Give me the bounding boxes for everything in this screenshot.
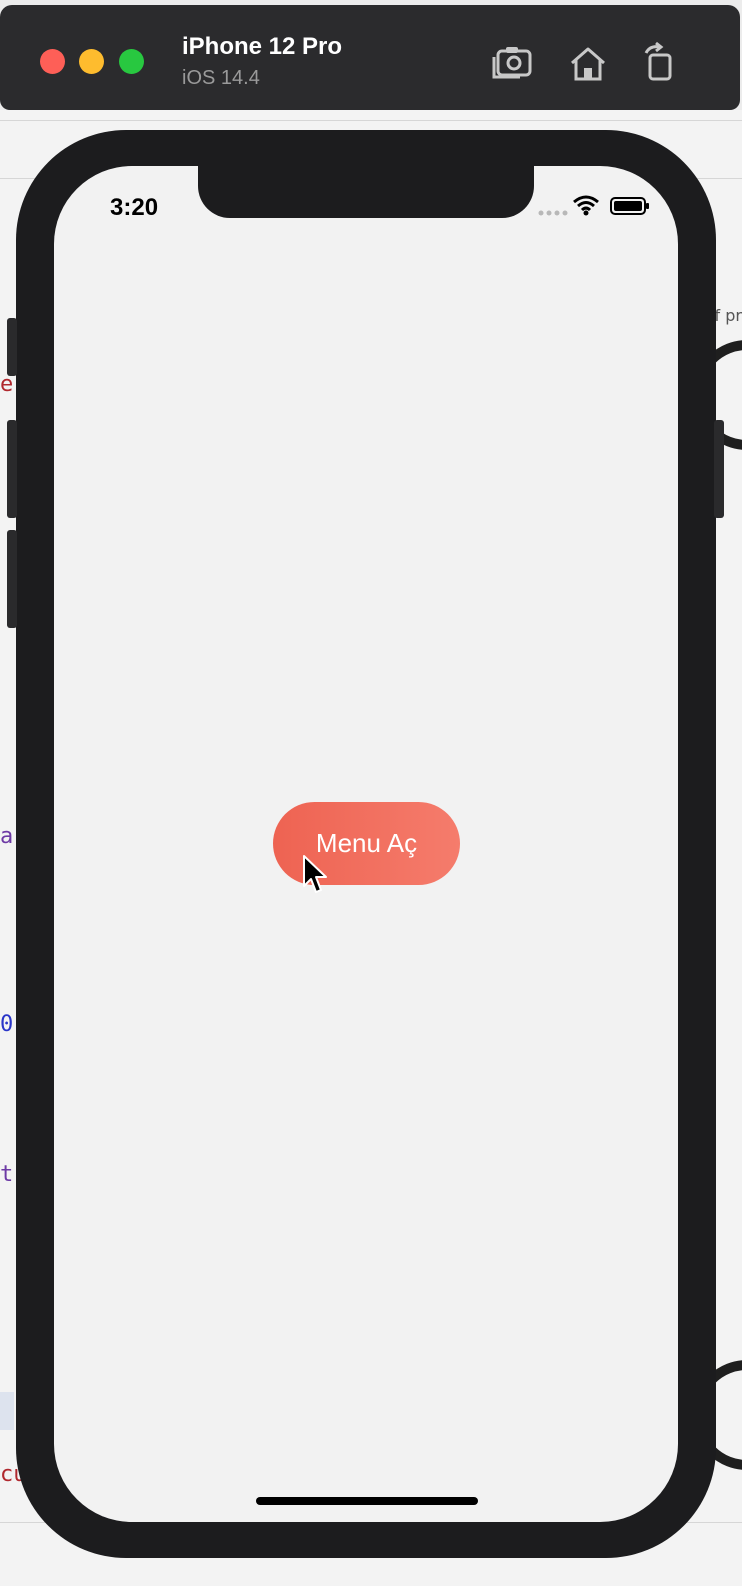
volume-down-button xyxy=(7,530,17,628)
status-time: 3:20 xyxy=(110,194,159,221)
minimize-window-button[interactable] xyxy=(79,49,104,74)
editor-fragment: t xyxy=(0,1162,14,1187)
close-window-button[interactable] xyxy=(40,49,65,74)
wifi-icon xyxy=(573,195,599,216)
notch xyxy=(198,166,534,218)
battery-icon xyxy=(610,197,649,215)
simulator-desktop: f pr er a 0 t cu iPhone 12 Pro iOS 14.4 xyxy=(0,0,742,1586)
signal-dots-icon xyxy=(538,210,568,216)
power-button xyxy=(714,420,724,518)
volume-up-button xyxy=(7,420,17,518)
home-icon[interactable] xyxy=(566,41,610,85)
editor-divider xyxy=(0,120,742,121)
screenshot-icon[interactable] xyxy=(490,41,534,85)
os-version: iOS 14.4 xyxy=(182,67,260,89)
home-indicator[interactable] xyxy=(256,1497,478,1505)
phone-screen: 3:20 Menu Aç xyxy=(54,166,678,1522)
editor-line-highlight xyxy=(0,1392,14,1430)
editor-fragment-right: f pr xyxy=(714,306,742,325)
rotate-icon[interactable] xyxy=(638,41,682,85)
editor-fragment: 0 xyxy=(0,1012,14,1037)
mouse-cursor-icon xyxy=(303,855,327,893)
editor-fragment: a xyxy=(0,824,14,849)
mute-switch xyxy=(7,318,17,376)
device-name: iPhone 12 Pro xyxy=(182,33,343,60)
zoom-window-button[interactable] xyxy=(119,49,144,74)
simulator-titlebar: iPhone 12 Pro iOS 14.4 xyxy=(0,5,740,110)
